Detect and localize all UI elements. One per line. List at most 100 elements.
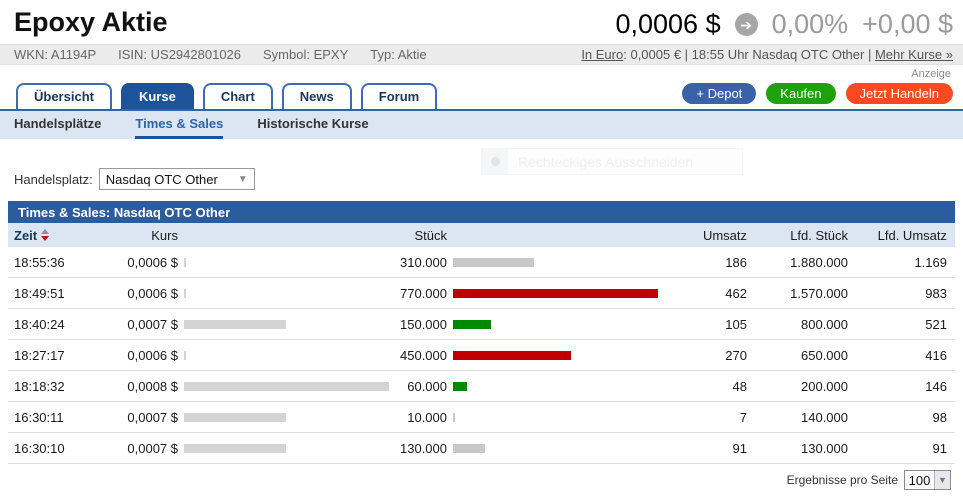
cell-lfd-stueck: 130.000 [747,441,848,456]
column-header-kurs[interactable]: Kurs [110,228,178,243]
table-row: 18:18:32 0,0008 $ 60.000 48 200.000 146 [8,371,955,402]
cell-lfd-umsatz: 146 [848,379,955,394]
volume-bar [453,258,534,267]
chevron-down-icon: ▼ [934,471,950,489]
instrument-meta: WKN: A1194P ISIN: US2942801026 Symbol: EPX… [14,47,449,62]
stock-header: Epoxy Aktie 0,0006 $ ➔ 0,00% +0,00 $ [0,0,963,44]
table-row: 18:27:17 0,0006 $ 450.000 270 650.000 41… [8,340,955,371]
main-tabs: Übersicht Kurse Chart News Forum [16,83,437,109]
volume-bar [453,413,455,422]
price-level-bar [184,320,286,329]
price-level-bar [184,289,186,298]
table-row: 16:30:10 0,0007 $ 130.000 91 130.000 91 [8,433,955,464]
subnav-historische-kurse[interactable]: Historische Kurse [257,111,368,139]
cell-lfd-stueck: 1.880.000 [747,255,848,270]
table-row: 16:30:11 0,0007 $ 10.000 7 140.000 98 [8,402,955,433]
tab-news[interactable]: News [282,83,352,109]
cell-time: 18:55:36 [8,255,110,270]
cell-umsatz: 91 [661,441,747,456]
trend-arrow-right-icon: ➔ [735,13,758,36]
main-tab-bar: Übersicht Kurse Chart News Forum + Depot… [0,82,963,111]
volume-bar [453,351,571,360]
subnav-times-sales[interactable]: Times & Sales [135,111,223,139]
cell-lfd-stueck: 650.000 [747,348,848,363]
volume-bar [453,444,485,453]
current-price: 0,0006 $ [615,9,720,40]
isin-value: ISIN: US2942801026 [118,47,241,62]
cell-lfd-umsatz: 983 [848,286,955,301]
cell-time: 18:27:17 [8,348,110,363]
cell-umsatz: 462 [661,286,747,301]
cell-umsatz: 186 [661,255,747,270]
cell-kurs: 0,0008 $ [110,379,178,394]
table-row: 18:49:51 0,0006 $ 770.000 462 1.570.000 … [8,278,955,309]
results-per-page-label: Ergebnisse pro Seite [787,473,898,487]
symbol-value: Symbol: EPXY [263,47,348,62]
in-euro-link[interactable]: In Euro [581,47,623,62]
cell-kurs: 0,0006 $ [110,348,178,363]
cell-time: 18:18:32 [8,379,110,394]
cell-lfd-stueck: 140.000 [747,410,848,425]
cell-lfd-stueck: 1.570.000 [747,286,848,301]
chevron-down-icon: ▼ [238,174,248,185]
volume-bar [453,320,491,329]
tab-kurse[interactable]: Kurse [121,83,194,109]
cell-stueck: 450.000 [391,348,447,363]
cell-umsatz: 48 [661,379,747,394]
column-header-stueck[interactable]: Stück [391,228,447,243]
sub-navigation: Handelsplätze Times & Sales Historische … [0,111,963,139]
kaufen-button[interactable]: Kaufen [766,83,835,104]
times-sales-table: Times & Sales: Nasdaq OTC Other Zeit Kur… [8,201,955,464]
ad-label: Anzeige [0,65,963,82]
instrument-infobar: WKN: A1194P ISIN: US2942801026 Symbol: EPX… [0,44,963,65]
results-per-page-select[interactable]: 100 ▼ [904,470,951,490]
page-title: Epoxy Aktie [14,7,168,38]
results-per-page-value: 100 [905,471,934,489]
snipping-tool-overlay: Rechteckiges Ausschneiden [481,148,743,175]
snip-overlay-label: Rechteckiges Ausschneiden [508,149,742,174]
price-level-bar [184,444,286,453]
column-header-umsatz[interactable]: Umsatz [661,228,747,243]
sort-desc-icon [41,236,49,241]
cell-lfd-stueck: 200.000 [747,379,848,394]
snip-mode-icon [482,149,508,174]
price-level-bar [184,382,389,391]
price-level-bar [184,413,286,422]
mehr-kurse-link[interactable]: Mehr Kurse » [875,47,953,62]
cell-lfd-umsatz: 91 [848,441,955,456]
add-depot-button[interactable]: + Depot [682,83,756,104]
change-percent: 0,00% [772,9,849,40]
cell-umsatz: 105 [661,317,747,332]
cell-stueck: 130.000 [391,441,447,456]
sort-icons[interactable] [41,229,49,241]
price-level-bar [184,351,186,360]
euro-quote-text: : 0,0005 € | 18:55 Uhr Nasdaq OTC Other … [623,47,875,62]
cell-lfd-stueck: 800.000 [747,317,848,332]
tab-forum[interactable]: Forum [361,83,437,109]
volume-bar [453,382,467,391]
column-header-lfd-umsatz[interactable]: Lfd. Umsatz [848,228,955,243]
column-header-lfd-stueck[interactable]: Lfd. Stück [747,228,848,243]
handelsplatz-select[interactable]: Nasdaq OTC Other ▼ [99,168,255,190]
action-buttons: + Depot Kaufen Jetzt Handeln [682,83,953,109]
cell-umsatz: 7 [661,410,747,425]
cell-stueck: 60.000 [391,379,447,394]
cell-kurs: 0,0007 $ [110,441,178,456]
sort-asc-icon [41,229,49,234]
subnav-handelsplaetze[interactable]: Handelsplätze [14,111,101,139]
filter-row: Handelsplatz: Nasdaq OTC Other ▼ Rechtec… [0,139,963,195]
jetzt-handeln-button[interactable]: Jetzt Handeln [846,83,954,104]
price-level-bar [184,258,186,267]
cell-time: 16:30:10 [8,441,110,456]
tab-chart[interactable]: Chart [203,83,273,109]
cell-time: 18:49:51 [8,286,110,301]
column-header-zeit[interactable]: Zeit [8,228,110,243]
change-absolute: +0,00 $ [862,9,953,40]
wkn-value: WKN: A1194P [14,47,96,62]
handelsplatz-label: Handelsplatz: [14,172,93,187]
table-row: 18:55:36 0,0006 $ 310.000 186 1.880.000 … [8,247,955,278]
cell-kurs: 0,0006 $ [110,255,178,270]
cell-stueck: 10.000 [391,410,447,425]
tab-uebersicht[interactable]: Übersicht [16,83,112,109]
table-row: 18:40:24 0,0007 $ 150.000 105 800.000 52… [8,309,955,340]
